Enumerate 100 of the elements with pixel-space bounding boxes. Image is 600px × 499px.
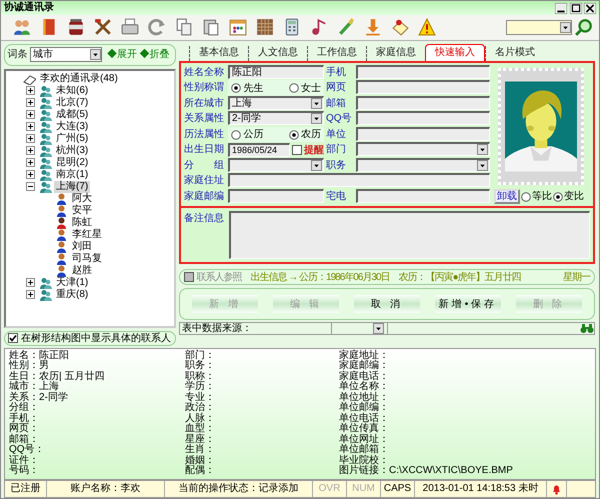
tree-item[interactable]: 李红星 xyxy=(70,228,104,241)
window-title: 协诚通讯录 xyxy=(4,1,54,15)
jar-icon[interactable] xyxy=(67,18,85,36)
expand-link[interactable]: ◆展开 xyxy=(107,47,137,62)
tree-item[interactable]: 南京(1) xyxy=(54,168,90,181)
expand-icon[interactable] xyxy=(26,278,35,288)
expand-icon[interactable] xyxy=(26,146,35,156)
input-field[interactable] xyxy=(228,188,324,203)
field-label: 单位 xyxy=(326,128,347,142)
tree-item[interactable]: 重庆(8) xyxy=(54,288,90,301)
people-icon xyxy=(39,276,52,289)
binoculars-icon[interactable] xyxy=(580,323,594,334)
tree-item[interactable]: 安平 xyxy=(70,204,94,217)
field-label: 备注信息 xyxy=(184,212,225,226)
detail-line: 家庭电话： xyxy=(339,372,390,382)
dropdown-icon[interactable] xyxy=(90,49,101,60)
input-field[interactable] xyxy=(356,188,490,203)
close-icon[interactable] xyxy=(584,2,596,14)
maximize-icon[interactable] xyxy=(570,2,582,14)
tree-item[interactable]: 上海(7) xyxy=(54,180,90,193)
expand-icon[interactable] xyxy=(26,134,35,144)
expand-icon[interactable] xyxy=(26,110,35,120)
expand-icon[interactable] xyxy=(26,98,35,108)
tree-item[interactable]: 陈虹 xyxy=(70,216,94,229)
tree-item[interactable]: 北京(7) xyxy=(54,96,90,109)
filter-select[interactable]: 城市 xyxy=(30,47,102,62)
brush-icon[interactable] xyxy=(337,18,355,36)
dropdown-icon[interactable] xyxy=(311,113,322,124)
radio-button[interactable] xyxy=(553,192,563,202)
tree-item[interactable]: 阿大 xyxy=(70,192,94,205)
checkbox[interactable] xyxy=(8,333,18,344)
input-field[interactable] xyxy=(356,126,490,141)
dropdown-icon[interactable] xyxy=(373,323,384,334)
detail-line: 关系：2-同学 xyxy=(9,392,69,403)
paste-icon[interactable] xyxy=(202,18,220,36)
radio-button[interactable] xyxy=(231,83,241,94)
tree-item[interactable]: 广州(5) xyxy=(54,132,90,145)
tree-item[interactable]: 司马复 xyxy=(70,252,104,265)
select-field[interactable] xyxy=(356,142,490,156)
dropdown-icon[interactable] xyxy=(311,98,322,109)
download-icon[interactable] xyxy=(364,18,382,36)
dropdown-icon[interactable] xyxy=(560,22,571,33)
input-field[interactable] xyxy=(228,173,490,188)
expand-icon[interactable] xyxy=(26,290,35,300)
tree-item[interactable]: 昆明(2) xyxy=(54,156,90,169)
expand-icon[interactable] xyxy=(26,170,35,180)
dropdown-icon[interactable] xyxy=(477,160,488,171)
radio-label: 农历 xyxy=(301,128,321,142)
radio-button[interactable] xyxy=(521,192,531,202)
checkbox[interactable] xyxy=(184,272,194,282)
input-field[interactable] xyxy=(356,80,490,94)
music-note-icon[interactable] xyxy=(310,18,328,36)
expand-icon[interactable] xyxy=(26,158,35,168)
tree-item[interactable]: 杭州(3) xyxy=(54,144,90,157)
tree-item[interactable]: 未知(6) xyxy=(54,84,90,97)
unload-button[interactable]: 卸载 xyxy=(494,189,520,204)
collapse-icon[interactable] xyxy=(26,182,35,192)
expand-icon[interactable] xyxy=(26,122,35,132)
radio-button[interactable] xyxy=(231,130,241,140)
radio-button[interactable] xyxy=(288,130,298,140)
copy-icon[interactable] xyxy=(175,18,193,36)
dropdown-icon[interactable] xyxy=(477,144,488,156)
search-icon[interactable] xyxy=(575,18,593,36)
warning-icon[interactable] xyxy=(418,18,436,36)
tree-item[interactable]: 天津(1) xyxy=(54,276,90,289)
collapse-link[interactable]: ◆折叠 xyxy=(140,47,170,62)
select-field[interactable] xyxy=(228,158,324,172)
select-field[interactable]: 上海 xyxy=(228,96,324,110)
tree-item[interactable]: 成都(5) xyxy=(54,108,90,121)
search-field[interactable] xyxy=(506,20,572,35)
select-field[interactable] xyxy=(356,158,490,172)
tree-item[interactable]: 刘田 xyxy=(70,240,94,253)
input-field[interactable] xyxy=(356,111,490,126)
date-field[interactable]: 1986/05/24 xyxy=(228,143,290,158)
calculator-icon[interactable] xyxy=(283,18,301,36)
checkbox[interactable] xyxy=(292,145,302,156)
people-icon[interactable] xyxy=(13,18,31,36)
field-label: 所在城市 xyxy=(184,96,225,111)
tab[interactable]: 快速输入 xyxy=(425,44,485,61)
input-field[interactable] xyxy=(356,64,490,79)
tools-icon[interactable] xyxy=(94,18,112,36)
tree-item[interactable]: 李欢的通讯录(48) xyxy=(38,72,120,85)
tree-item[interactable]: 大连(3) xyxy=(54,120,90,133)
grid-icon[interactable] xyxy=(256,18,274,36)
minimize-icon[interactable] xyxy=(555,2,567,14)
calendar-icon[interactable] xyxy=(229,18,247,36)
action-button[interactable]: 新增•保存 xyxy=(435,295,501,314)
radio-button[interactable] xyxy=(288,83,298,94)
select-field[interactable]: 2-同学 xyxy=(228,111,324,126)
tree-item[interactable]: 赵胜 xyxy=(70,264,94,277)
input-field[interactable]: 陈正阳 xyxy=(228,64,324,79)
redo-icon[interactable] xyxy=(148,18,166,36)
action-button[interactable]: 取 消 xyxy=(354,295,420,314)
dropdown-icon[interactable] xyxy=(311,160,322,171)
expand-icon[interactable] xyxy=(26,86,35,96)
radio-label: 公历 xyxy=(244,128,264,142)
printer-icon[interactable] xyxy=(121,18,139,36)
pin-note-icon[interactable] xyxy=(391,18,409,36)
notes-field[interactable] xyxy=(229,211,590,260)
input-field[interactable] xyxy=(356,96,490,110)
